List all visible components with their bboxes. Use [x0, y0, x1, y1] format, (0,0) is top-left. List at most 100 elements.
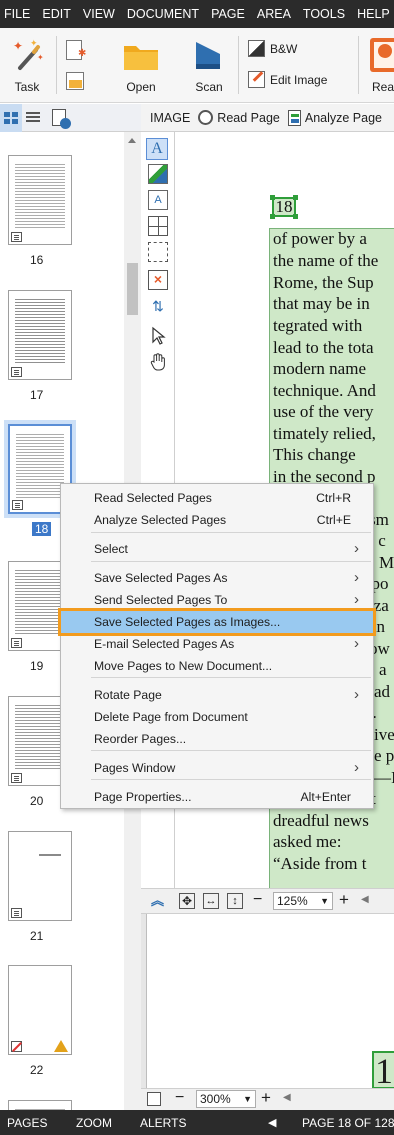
- text-document-icon: [11, 908, 22, 918]
- menu-item-analyze-selected-pages[interactable]: Analyze Selected Pages Ctrl+E: [61, 509, 373, 531]
- menu-tools[interactable]: TOOLS: [297, 0, 351, 28]
- open-button[interactable]: Open: [116, 36, 166, 96]
- document-text-line: lead to the tota: [273, 338, 374, 357]
- read-page-button[interactable]: Read Page: [194, 110, 284, 125]
- ignore-zone-tool-icon[interactable]: [148, 242, 168, 262]
- zoomed-page-number-zone[interactable]: 1: [372, 1051, 394, 1089]
- zoom-tab[interactable]: ZOOM: [76, 1110, 112, 1135]
- menu-area[interactable]: AREA: [251, 0, 297, 28]
- text-zone-tool-icon[interactable]: A: [146, 138, 168, 160]
- menu-item-reorder-pages[interactable]: Reorder Pages...: [61, 728, 373, 750]
- page-thumbnail[interactable]: [8, 1100, 72, 1110]
- menu-view[interactable]: VIEW: [77, 0, 121, 28]
- menu-item-save-selected-pages-as[interactable]: Save Selected Pages As ›: [61, 567, 373, 589]
- menu-item-rotate-page[interactable]: Rotate Page ›: [61, 684, 373, 706]
- scroll-left-arrow[interactable]: ◀: [361, 894, 377, 910]
- menu-item-label: Save Selected Pages as Images...: [94, 615, 281, 629]
- fit-page-icon[interactable]: ✥: [179, 893, 195, 909]
- mixed-zone-tool-icon[interactable]: A: [148, 190, 168, 210]
- bw-icon: [248, 40, 265, 57]
- reorder-zones-tool-icon[interactable]: ⇅: [148, 296, 168, 316]
- zoom-level-value: 125%: [277, 894, 308, 908]
- menu-edit[interactable]: EDIT: [36, 0, 76, 28]
- page-thumbnail[interactable]: [8, 155, 72, 245]
- page-properties-icon[interactable]: [52, 109, 71, 129]
- table-zone-tool-icon[interactable]: [148, 216, 168, 236]
- menu-item-shortcut: Ctrl+R: [316, 491, 351, 505]
- svg-text:✦: ✦: [37, 53, 44, 62]
- menu-item-delete-page-from-document[interactable]: Delete Page from Document: [61, 706, 373, 728]
- menu-item-pages-window[interactable]: Pages Window ›: [61, 757, 373, 779]
- analyze-page-button[interactable]: Analyze Page: [284, 109, 386, 126]
- thumbnail-number: 22: [30, 1063, 44, 1077]
- image-label: IMAGE: [150, 110, 191, 125]
- chevron-right-icon: ›: [354, 759, 359, 776]
- zoom-level-select[interactable]: 125% ▼: [273, 892, 333, 910]
- menu-document[interactable]: DOCUMENT: [121, 0, 205, 28]
- zoom-window-icon[interactable]: [147, 1092, 161, 1106]
- read-button[interactable]: Read: [366, 36, 394, 96]
- menu-item-label: Page Properties...: [94, 790, 192, 804]
- magic-wand-icon: ✦ ✦ ✦: [13, 38, 44, 70]
- read-label: Read: [372, 80, 394, 94]
- collapse-up-icon[interactable]: ︽: [151, 893, 167, 909]
- zoom-pane[interactable]: 1: [141, 914, 394, 1089]
- delete-zone-tool-icon[interactable]: ×: [148, 270, 168, 290]
- scan-button[interactable]: Scan: [186, 36, 232, 96]
- hand-tool-icon[interactable]: [148, 352, 168, 372]
- zoom-in-icon[interactable]: +: [339, 891, 355, 909]
- page-thumbnail[interactable]: [8, 290, 72, 380]
- task-button[interactable]: ✦ ✦ ✦ Task: [4, 36, 50, 96]
- document-text-line: M: [379, 553, 394, 572]
- thumbnail-view-icon[interactable]: [0, 104, 22, 132]
- zoom-out-icon[interactable]: −: [253, 892, 269, 908]
- fit-width-icon[interactable]: ↔: [203, 893, 219, 909]
- zoom-in-icon[interactable]: +: [261, 1089, 277, 1107]
- menu-item-label: Send Selected Pages To: [94, 593, 228, 607]
- page-number-zone[interactable]: 18: [270, 195, 298, 219]
- bw-button[interactable]: B&W: [248, 40, 297, 57]
- previous-page-icon[interactable]: ◀: [268, 1110, 276, 1135]
- menu-page[interactable]: PAGE: [205, 0, 251, 28]
- alerts-tab[interactable]: ALERTS: [140, 1110, 186, 1135]
- menu-item-save-selected-pages-as-images[interactable]: Save Selected Pages as Images...: [58, 608, 376, 636]
- menu-item-label: E-mail Selected Pages As: [94, 637, 235, 651]
- menu-item-read-selected-pages[interactable]: Read Selected Pages Ctrl+R: [61, 487, 373, 509]
- open-folder-small-icon[interactable]: [66, 72, 84, 90]
- zoom-pane-level-select[interactable]: 300% ▼: [196, 1090, 256, 1108]
- picture-zone-tool-icon[interactable]: [148, 164, 168, 184]
- document-text-line: modern name: [273, 359, 366, 378]
- menu-file[interactable]: FILE: [0, 0, 36, 28]
- page-thumbnail[interactable]: [8, 831, 72, 921]
- read-page-icon: [198, 110, 214, 125]
- edit-image-button[interactable]: Edit Image: [248, 71, 327, 88]
- page-thumbnail[interactable]: [8, 965, 72, 1055]
- details-view-icon[interactable]: [26, 112, 40, 124]
- scroll-up-arrow[interactable]: [128, 138, 136, 143]
- document-text-line: technique. And: [273, 381, 376, 400]
- thumbnail-number: 16: [30, 253, 44, 267]
- zoom-out-icon[interactable]: −: [175, 1090, 191, 1106]
- menu-help[interactable]: HELP: [351, 0, 394, 28]
- menu-item-move-pages-to-new-document[interactable]: Move Pages to New Document...: [61, 655, 373, 677]
- menu-item-e-mail-selected-pages-as[interactable]: E-mail Selected Pages As ›: [61, 633, 373, 655]
- chevron-down-icon: ▼: [243, 1094, 252, 1104]
- text-document-icon: [11, 638, 22, 648]
- scan-label: Scan: [195, 80, 223, 94]
- pages-panel-toolbar: [0, 104, 141, 132]
- menu-item-select[interactable]: Select ›: [61, 538, 373, 560]
- menu-item-shortcut: Alt+Enter: [300, 790, 351, 804]
- pages-tab[interactable]: PAGES: [7, 1110, 47, 1135]
- menu-item-page-properties[interactable]: Page Properties... Alt+Enter: [61, 786, 373, 808]
- thumbnail-number: 21: [30, 929, 44, 943]
- fit-height-icon[interactable]: ↕: [227, 893, 243, 909]
- document-text-line: This change: [273, 445, 356, 464]
- zoomed-page: [146, 914, 394, 1088]
- app-window: FILE EDIT VIEW DOCUMENT PAGE AREA TOOLS …: [0, 0, 394, 1135]
- thumbnail-number: 19: [30, 659, 44, 673]
- scroll-left-arrow[interactable]: ◀: [283, 1092, 299, 1108]
- scrollbar-thumb[interactable]: [127, 263, 138, 315]
- pointer-tool-icon[interactable]: [148, 326, 168, 346]
- menu-item-send-selected-pages-to[interactable]: Send Selected Pages To ›: [61, 589, 373, 611]
- thumbnail-number: 18: [32, 522, 52, 536]
